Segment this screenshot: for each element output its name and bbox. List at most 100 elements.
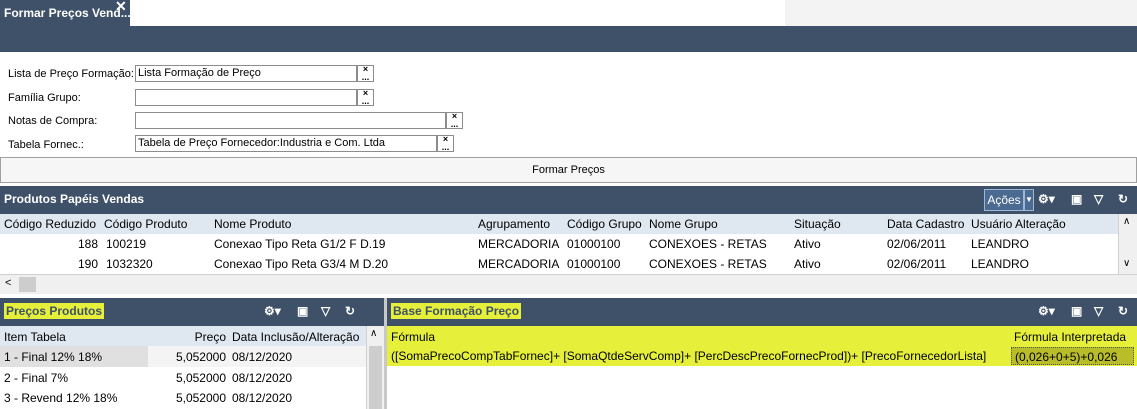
cell-codigo-reduzido: 190: [77, 257, 98, 271]
window-titlebar: [0, 26, 1137, 52]
settings-dropdown-icon[interactable]: ⚙▾: [1038, 304, 1055, 318]
export-icon[interactable]: ▣: [1071, 304, 1082, 318]
col-formula[interactable]: Fórmula: [391, 330, 435, 344]
cell-data-cadastro: 02/06/2011: [887, 257, 947, 271]
cell-data-cadastro: 02/06/2011: [887, 237, 947, 251]
tab-formar-precos[interactable]: Formar Preços Vend...: [0, 0, 131, 26]
cell-nome-grupo: CONEXOES - RETAS: [649, 257, 767, 271]
table-row[interactable]: 2 - Final 7% 5,052000 08/12/2020: [0, 367, 366, 388]
produtos-panel-title: Produtos Papéis Vendas: [4, 192, 145, 206]
col-preco[interactable]: Preço: [170, 330, 226, 344]
cell-agrupamento: MERCADORIA: [478, 237, 560, 251]
base-column-header: Fórmula Fórmula Interpretada: [387, 326, 1137, 346]
familia-grupo-label: Família Grupo:: [8, 92, 81, 104]
filter-icon[interactable]: ▽: [1094, 192, 1103, 206]
settings-dropdown-icon[interactable]: ⚙▾: [264, 304, 281, 318]
chevron-down-icon[interactable]: ▼: [1024, 189, 1034, 211]
cell-nome-produto: Conexao Tipo Reta G3/4 M D.20: [214, 257, 389, 271]
tab-title: Formar Preços Vend...: [4, 6, 131, 20]
base-panel-header: Base Formação Preço: [387, 298, 1137, 326]
export-icon[interactable]: ▣: [297, 304, 308, 318]
table-row[interactable]: 190 1032320 Conexao Tipo Reta G3/4 M D.2…: [0, 254, 1118, 274]
col-usuario-alteracao[interactable]: Usuário Alteração: [971, 217, 1066, 231]
col-codigo-grupo[interactable]: Código Grupo: [567, 217, 642, 231]
scroll-thumb[interactable]: [369, 346, 382, 409]
chevron-up-icon[interactable]: ∧: [370, 328, 377, 339]
produtos-panel-header: Produtos Papéis Vendas: [0, 186, 1137, 214]
cell-preco: 5,052000: [175, 371, 226, 385]
refresh-icon[interactable]: ↻: [345, 304, 355, 318]
cell-data: 08/12/2020: [232, 371, 293, 385]
col-nome-produto[interactable]: Nome Produto: [214, 217, 291, 231]
cell-codigo-grupo: 01000100: [567, 257, 621, 271]
cell-data: 08/12/2020: [232, 350, 293, 364]
tabela-fornec-lookup[interactable]: ×...: [437, 135, 454, 152]
cell-codigo-produto: 100219: [106, 237, 147, 251]
lookup-icon[interactable]: ...: [358, 73, 373, 82]
cell-codigo-produto: 1032320: [106, 257, 153, 271]
cell-nome-grupo: CONEXOES - RETAS: [649, 237, 767, 251]
formar-precos-button[interactable]: Formar Preços: [0, 157, 1137, 183]
cell-preco: 5,052000: [175, 391, 226, 405]
notas-compra-lookup[interactable]: ×...: [446, 112, 463, 129]
filter-icon[interactable]: ▽: [1094, 304, 1103, 318]
chevron-up-icon[interactable]: ∧: [1123, 216, 1130, 227]
cell-usuario: LEANDRO: [971, 237, 1030, 251]
close-icon[interactable]: ✕: [115, 0, 129, 14]
table-row[interactable]: 1 - Final 12% 18% 5,052000 08/12/2020: [0, 346, 366, 367]
notas-compra-input[interactable]: [135, 112, 446, 129]
precos-vertical-scrollbar[interactable]: ∧: [366, 326, 384, 409]
lookup-icon[interactable]: ...: [447, 120, 462, 129]
col-item-tabela[interactable]: Item Tabela: [4, 330, 66, 344]
table-row[interactable]: 3 - Revend 12% 18% 5,052000 08/12/2020: [0, 388, 366, 409]
lista-preco-lookup[interactable]: ×...: [357, 65, 374, 82]
col-codigo-reduzido[interactable]: Código Reduzido: [4, 217, 96, 231]
notas-compra-label: Notas de Compra:: [8, 115, 98, 127]
export-icon[interactable]: ▣: [1071, 192, 1082, 206]
cell-situacao: Ativo: [794, 257, 821, 271]
lista-preco-input[interactable]: Lista Formação de Preço: [135, 65, 357, 82]
col-data-inclusao[interactable]: Data Inclusão/Alteração: [232, 330, 366, 344]
col-formula-interpretada[interactable]: Fórmula Interpretada: [1014, 330, 1126, 344]
chevron-down-icon[interactable]: ∨: [1123, 258, 1130, 269]
cell-agrupamento: MERCADORIA: [478, 257, 560, 271]
col-codigo-produto[interactable]: Código Produto: [104, 217, 187, 231]
lookup-icon[interactable]: ...: [358, 97, 373, 106]
col-situacao[interactable]: Situação: [794, 217, 841, 231]
cell-usuario: LEANDRO: [971, 257, 1030, 271]
scroll-thumb[interactable]: [19, 277, 36, 292]
tab-strip-empty: [785, 0, 1137, 26]
base-panel-title: Base Formação Preço: [391, 303, 522, 319]
cell-item-tabela: 2 - Final 7%: [4, 371, 69, 385]
precos-panel-title: Preços Produtos: [4, 303, 105, 319]
filter-icon[interactable]: ▽: [321, 304, 330, 318]
cell-situacao: Ativo: [794, 237, 821, 251]
familia-grupo-input[interactable]: [135, 89, 357, 106]
chevron-left-icon[interactable]: <: [5, 277, 11, 289]
tabela-fornec-input[interactable]: Tabela de Preço Fornecedor:Industria e C…: [135, 135, 437, 152]
lookup-icon[interactable]: ...: [438, 143, 453, 152]
produtos-vertical-scrollbar[interactable]: ∧ ∨: [1118, 214, 1137, 274]
produtos-column-header: Código Reduzido Código Produto Nome Prod…: [0, 214, 1137, 234]
cell-codigo-reduzido: 188: [77, 237, 98, 251]
cell-preco: 5,052000: [175, 350, 226, 364]
cell-item-tabela: 3 - Revend 12% 18%: [4, 391, 118, 405]
produtos-horizontal-scrollbar[interactable]: <: [0, 274, 1137, 294]
cell-codigo-grupo: 01000100: [567, 237, 621, 251]
col-nome-grupo[interactable]: Nome Grupo: [649, 217, 718, 231]
table-row[interactable]: ([SomaPrecoCompTabFornec]+ [SomaQtdeServ…: [387, 346, 1137, 366]
cell-data: 08/12/2020: [232, 391, 293, 405]
familia-grupo-lookup[interactable]: ×...: [357, 89, 374, 106]
col-agrupamento[interactable]: Agrupamento: [478, 217, 550, 231]
cell-nome-produto: Conexao Tipo Reta G1/2 F D.19: [214, 237, 386, 251]
lista-preco-label: Lista de Preço Formação:: [8, 68, 134, 80]
refresh-icon[interactable]: ↻: [1118, 192, 1128, 206]
col-data-cadastro[interactable]: Data Cadastro: [887, 217, 964, 231]
table-row[interactable]: 188 100219 Conexao Tipo Reta G1/2 F D.19…: [0, 234, 1118, 254]
refresh-icon[interactable]: ↻: [1118, 304, 1128, 318]
tabela-fornec-label: Tabela Fornec.:: [8, 139, 84, 151]
cell-formula-interpretada: (0,026+0+5)+0,026: [1011, 347, 1134, 365]
settings-dropdown-icon[interactable]: ⚙▾: [1038, 192, 1055, 206]
cell-formula: ([SomaPrecoCompTabFornec]+ [SomaQtdeServ…: [391, 349, 987, 363]
acoes-button[interactable]: Ações: [984, 189, 1024, 211]
